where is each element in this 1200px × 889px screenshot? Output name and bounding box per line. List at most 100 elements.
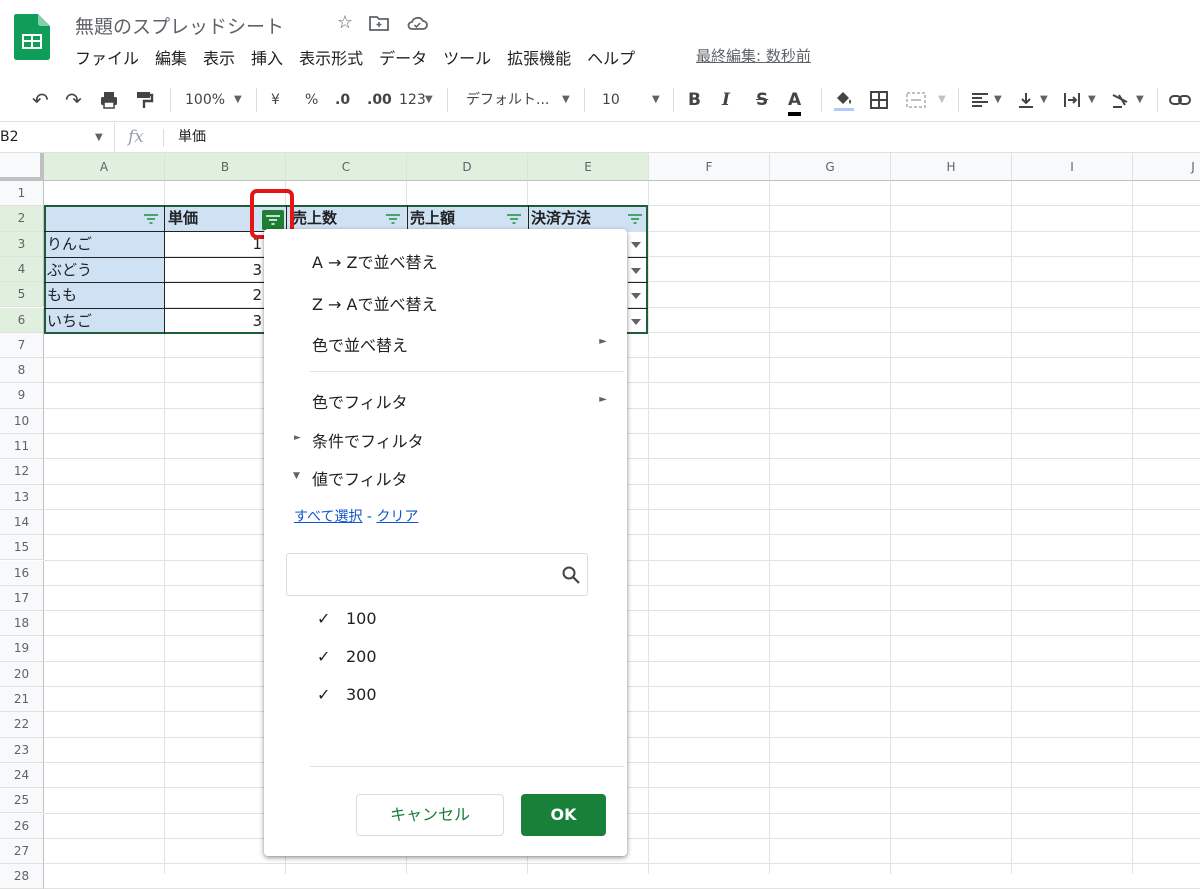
font-size-chevron-icon[interactable]: ▼	[652, 86, 660, 114]
cell-A4[interactable]: ぶどう	[44, 258, 165, 283]
fill-color-icon[interactable]	[833, 88, 855, 112]
undo-icon[interactable]: ↶	[32, 86, 49, 114]
text-color-button[interactable]: A	[788, 86, 802, 116]
cloud-status-icon[interactable]	[406, 12, 428, 34]
row-header-18[interactable]: 18	[0, 611, 44, 637]
sort-by-color-item[interactable]: 色で並べ替え	[312, 332, 612, 356]
align-chevron-icon[interactable]: ▼	[994, 86, 1002, 114]
bold-button[interactable]: B	[688, 86, 701, 114]
cell-A6[interactable]: いちご	[44, 309, 165, 334]
sheets-logo-icon[interactable]	[14, 14, 50, 60]
row-header-28[interactable]: 28	[0, 864, 44, 889]
dropdown-chevron-icon[interactable]	[631, 292, 641, 300]
filter-by-color-item[interactable]: 色でフィルタ	[312, 389, 408, 413]
percent-button[interactable]: %	[305, 86, 318, 114]
italic-button[interactable]: I	[722, 86, 730, 114]
row-header-19[interactable]: 19	[0, 636, 44, 662]
row-header-23[interactable]: 23	[0, 737, 44, 763]
star-icon[interactable]: ☆	[334, 12, 356, 34]
strikethrough-button[interactable]: S	[756, 86, 768, 114]
row-header-2[interactable]: 2	[0, 206, 44, 232]
row-header-12[interactable]: 12	[0, 459, 44, 485]
row-header-3[interactable]: 3	[0, 231, 44, 257]
value-option-label[interactable]: 200	[346, 647, 377, 666]
cell-B6[interactable]: 3	[165, 309, 265, 334]
cell-A5[interactable]: もも	[44, 283, 165, 308]
row-header-10[interactable]: 10	[0, 408, 44, 434]
column-header-e[interactable]: E	[528, 153, 649, 181]
value-option-label[interactable]: 300	[346, 685, 377, 704]
menu-insert[interactable]: 挿入	[251, 45, 283, 69]
menu-tools[interactable]: ツール	[443, 45, 491, 69]
rotation-chevron-icon[interactable]: ▼	[1136, 86, 1144, 114]
filter-icon-col-d[interactable]	[507, 214, 521, 224]
decrease-decimal-button[interactable]: .0	[335, 86, 350, 114]
font-chevron-down-icon[interactable]: ▼	[562, 86, 570, 114]
move-folder-icon[interactable]	[368, 12, 390, 34]
checkmark-icon[interactable]: ✓	[317, 647, 330, 666]
row-header-14[interactable]: 14	[0, 509, 44, 536]
value-option-label[interactable]: 100	[346, 609, 377, 628]
clear-link[interactable]: クリア	[376, 509, 418, 525]
select-all-corner[interactable]	[0, 153, 44, 181]
redo-icon[interactable]: ↷	[65, 86, 82, 114]
more-formats-chevron-icon[interactable]: ▼	[425, 86, 433, 114]
row-header-27[interactable]: 27	[0, 838, 44, 865]
menu-file[interactable]: ファイル	[75, 45, 139, 69]
menu-data[interactable]: データ	[379, 45, 427, 69]
dropdown-chevron-icon[interactable]	[631, 241, 641, 249]
vertical-align-icon[interactable]	[1016, 90, 1036, 110]
checkmark-icon[interactable]: ✓	[317, 609, 330, 628]
formula-input[interactable]: 単価	[178, 123, 206, 152]
text-rotation-icon[interactable]	[1110, 90, 1132, 110]
filter-icon-col-a[interactable]	[144, 214, 158, 224]
cancel-button[interactable]: キャンセル	[356, 794, 504, 836]
ok-button[interactable]: OK	[521, 794, 606, 836]
value-search-input[interactable]	[286, 553, 588, 596]
collapse-arrow-icon[interactable]: ▼	[293, 471, 300, 481]
row-header-24[interactable]: 24	[0, 762, 44, 789]
merge-cells-icon[interactable]	[905, 90, 927, 110]
align-left-icon[interactable]	[970, 90, 990, 110]
filter-icon-col-c[interactable]	[386, 214, 400, 224]
row-header-6[interactable]: 6	[0, 307, 44, 333]
more-formats-button[interactable]: 123	[399, 86, 426, 114]
row-header-15[interactable]: 15	[0, 535, 44, 561]
row-header-11[interactable]: 11	[0, 434, 44, 460]
row-header-25[interactable]: 25	[0, 788, 44, 814]
column-header-a[interactable]: A	[44, 153, 165, 181]
link-icon[interactable]	[1168, 91, 1192, 109]
borders-icon[interactable]	[869, 90, 889, 110]
wrap-chevron-icon[interactable]: ▼	[1088, 86, 1096, 114]
cell-B3[interactable]: 1	[165, 232, 265, 257]
print-icon[interactable]	[99, 90, 119, 110]
cell-A3[interactable]: りんご	[44, 232, 165, 257]
expand-arrow-icon[interactable]: ►	[294, 433, 301, 443]
font-select[interactable]: デフォルト...	[466, 86, 549, 114]
zoom-chevron-down-icon[interactable]: ▼	[234, 86, 242, 114]
menu-format[interactable]: 表示形式	[299, 45, 363, 69]
cell-B5[interactable]: 2	[165, 283, 265, 308]
row-header-16[interactable]: 16	[0, 560, 44, 586]
column-header-j[interactable]: J	[1133, 153, 1200, 181]
column-header-b[interactable]: B	[165, 153, 286, 181]
dropdown-chevron-icon[interactable]	[631, 318, 641, 326]
column-header-d[interactable]: D	[407, 153, 528, 181]
merge-chevron-icon[interactable]: ▼	[938, 86, 946, 114]
row-header-26[interactable]: 26	[0, 813, 44, 839]
row-header-21[interactable]: 21	[0, 687, 44, 713]
dropdown-chevron-icon[interactable]	[631, 267, 641, 275]
column-header-i[interactable]: I	[1012, 153, 1133, 181]
zoom-select[interactable]: 100%	[185, 86, 225, 114]
filter-icon-col-e[interactable]	[628, 214, 642, 224]
currency-button[interactable]: ¥	[271, 86, 280, 114]
row-header-9[interactable]: 9	[0, 383, 44, 409]
row-header-13[interactable]: 13	[0, 484, 44, 510]
font-size-select[interactable]: 10	[602, 86, 620, 114]
checkmark-icon[interactable]: ✓	[317, 685, 330, 704]
menu-help[interactable]: ヘルプ	[587, 45, 635, 69]
row-header-17[interactable]: 17	[0, 585, 44, 612]
menu-extensions[interactable]: 拡張機能	[507, 45, 571, 69]
cell-B4[interactable]: 3	[165, 258, 265, 283]
row-header-5[interactable]: 5	[0, 282, 44, 308]
